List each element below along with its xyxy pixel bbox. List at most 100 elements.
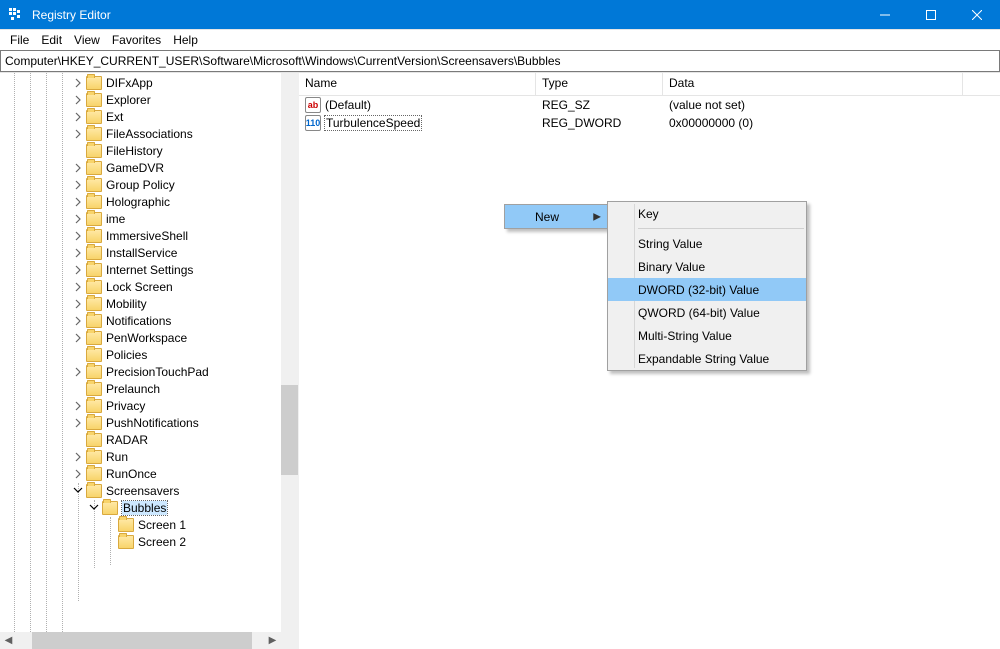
tree-item-ext[interactable]: Ext [0,108,281,125]
expand-icon[interactable] [72,315,84,327]
tree-scrollbar-horizontal[interactable]: ◀ ▶ [0,632,281,649]
tree-item-screen-1[interactable]: Screen 1 [0,516,281,533]
expand-icon[interactable] [72,400,84,412]
value-name: TurbulenceSpeed [325,116,421,130]
tree-item-mobility[interactable]: Mobility [0,295,281,312]
tree-item-fileassociations[interactable]: FileAssociations [0,125,281,142]
expand-icon[interactable] [72,128,84,140]
tree-item-difxapp[interactable]: DIFxApp [0,74,281,91]
tree-item-bubbles[interactable]: Bubbles [0,499,281,516]
tree-item-holographic[interactable]: Holographic [0,193,281,210]
value-data: (value not set) [663,98,963,112]
maximize-button[interactable] [908,0,954,29]
expand-icon[interactable] [72,94,84,106]
folder-icon [86,212,102,226]
tree-item-group-policy[interactable]: Group Policy [0,176,281,193]
tree[interactable]: DIFxAppExplorerExt FileAssociations FileHi… [0,73,281,632]
expand-icon[interactable] [72,162,84,174]
menu-favorites[interactable]: Favorites [106,30,167,50]
folder-icon [86,110,102,124]
folder-icon [118,518,134,532]
column-type[interactable]: Type [536,73,663,95]
tree-scrollbar-thumb[interactable] [281,385,298,475]
tree-item-runonce[interactable]: RunOnce [0,465,281,482]
tree-scrollbar-hthumb[interactable] [32,632,252,649]
expand-icon[interactable] [72,417,84,429]
ctx-item-expandable-string-value[interactable]: Expandable String Value [608,347,806,370]
minimize-button[interactable] [862,0,908,29]
tree-item-radar[interactable]: RADAR [0,431,281,448]
context-menu-primary[interactable]: New▶ [504,204,608,229]
collapse-icon[interactable] [88,501,100,513]
folder-icon [86,314,102,328]
list-row[interactable]: 110TurbulenceSpeedREG_DWORD0x00000000 (0… [299,114,1000,132]
tree-scrollbar-vertical[interactable] [281,73,298,632]
tree-item-screensavers[interactable]: Screensavers [0,482,281,499]
close-button[interactable] [954,0,1000,29]
context-menu-new[interactable]: Key String ValueBinary ValueDWORD (32-bit… [607,201,807,371]
expand-icon[interactable] [72,281,84,293]
tree-item-label: FileHistory [106,144,163,158]
expand-icon[interactable] [72,366,84,378]
ctx-item-dword-32-bit-value[interactable]: DWORD (32-bit) Value [608,278,806,301]
ctx-item-key[interactable]: Key [608,202,806,225]
tree-item-explorer[interactable]: Explorer [0,91,281,108]
tree-item-label: ImmersiveShell [106,229,188,243]
tree-item-screen-2[interactable]: Screen 2 [0,533,281,550]
expand-icon[interactable] [72,468,84,480]
expand-icon[interactable] [72,230,84,242]
expand-icon[interactable] [72,77,84,89]
menu-file[interactable]: File [4,30,35,50]
tree-item-filehistory[interactable]: FileHistory [0,142,281,159]
folder-icon [86,416,102,430]
folder-icon [86,195,102,209]
ctx-item-qword-64-bit-value[interactable]: QWORD (64-bit) Value [608,301,806,324]
ctx-item-string-value[interactable]: String Value [608,232,806,255]
ctx-item-binary-value[interactable]: Binary Value [608,255,806,278]
string-value-icon: ab [305,97,321,113]
tree-item-notifications[interactable]: Notifications [0,312,281,329]
tree-item-pushnotifications[interactable]: PushNotifications [0,414,281,431]
tree-item-gamedvr[interactable]: GameDVR [0,159,281,176]
expand-icon[interactable] [72,196,84,208]
tree-item-lock-screen[interactable]: Lock Screen [0,278,281,295]
menu-edit[interactable]: Edit [35,30,68,50]
list-row[interactable]: ab(Default)REG_SZ(value not set) [299,96,1000,114]
tree-item-policies[interactable]: Policies [0,346,281,363]
tree-item-label: DIFxApp [106,76,153,90]
menu-view[interactable]: View [68,30,106,50]
tree-item-label: RunOnce [106,467,157,481]
ctx-item-multi-string-value[interactable]: Multi-String Value [608,324,806,347]
expand-icon[interactable] [72,264,84,276]
tree-item-label: FileAssociations [106,127,193,141]
expand-icon[interactable] [72,332,84,344]
collapse-icon[interactable] [72,484,84,496]
expand-icon[interactable] [72,111,84,123]
ctx-item-new[interactable]: New▶ [505,205,607,228]
tree-spacer [104,519,116,531]
tree-item-immersiveshell[interactable]: ImmersiveShell [0,227,281,244]
address-bar[interactable]: Computer\HKEY_CURRENT_USER\Software\Micr… [0,50,1000,72]
expand-icon[interactable] [72,247,84,259]
scroll-left-arrow[interactable]: ◀ [0,632,17,649]
column-data[interactable]: Data [663,73,963,95]
tree-item-label: Notifications [106,314,171,328]
column-name[interactable]: Name [299,73,536,95]
folder-icon [86,348,102,362]
tree-item-penworkspace[interactable]: PenWorkspace [0,329,281,346]
folder-icon [86,144,102,158]
expand-icon[interactable] [72,298,84,310]
scroll-right-arrow[interactable]: ▶ [264,632,281,649]
list-pane[interactable]: NameTypeData ab(Default)REG_SZ(value not… [299,73,1000,649]
expand-icon[interactable] [72,213,84,225]
tree-item-prelaunch[interactable]: Prelaunch [0,380,281,397]
tree-item-privacy[interactable]: Privacy [0,397,281,414]
menu-help[interactable]: Help [167,30,204,50]
tree-item-installservice[interactable]: InstallService [0,244,281,261]
tree-item-run[interactable]: Run [0,448,281,465]
expand-icon[interactable] [72,179,84,191]
tree-item-precisiontouchpad[interactable]: PrecisionTouchPad [0,363,281,380]
expand-icon[interactable] [72,451,84,463]
tree-item-ime[interactable]: ime [0,210,281,227]
tree-item-internet-settings[interactable]: Internet Settings [0,261,281,278]
